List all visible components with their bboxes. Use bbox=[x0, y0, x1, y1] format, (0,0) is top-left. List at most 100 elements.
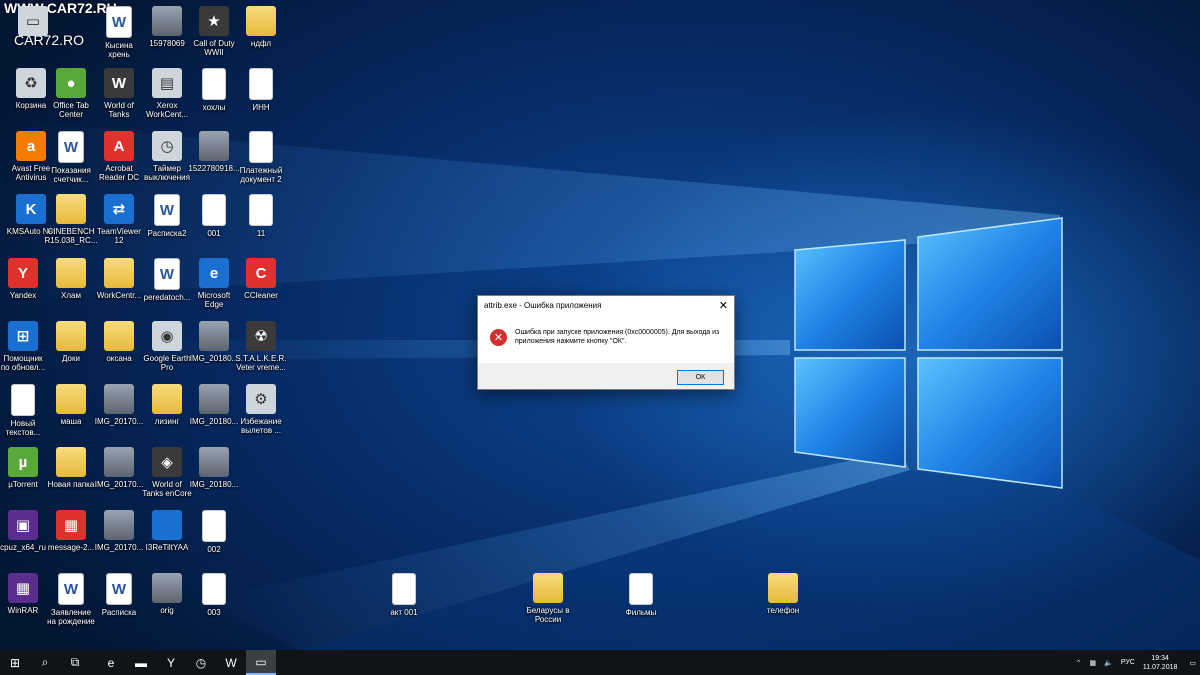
desktop-icon-image: µ bbox=[8, 447, 38, 477]
dialog-message: Ошибка при запуске приложения (0xc000000… bbox=[515, 329, 720, 345]
desktop-icon-image bbox=[249, 68, 273, 100]
desktop-icon-image: ☢ bbox=[246, 321, 276, 351]
clock-date: 11.07.2018 bbox=[1142, 663, 1178, 671]
desktop-icon-image: ⊞ bbox=[8, 321, 38, 351]
desktop-icon-image: ▦ bbox=[56, 510, 86, 540]
desktop-icon-image bbox=[56, 194, 86, 224]
desktop-icon[interactable]: Фильмы bbox=[610, 573, 672, 617]
desktop-icon-image bbox=[11, 384, 35, 416]
volume-icon[interactable]: 🔈 bbox=[1104, 659, 1113, 667]
taskbar-apps: e ▬ Y ◷ W ▭ bbox=[96, 650, 276, 675]
task-view-icon[interactable]: ⧉ bbox=[60, 650, 90, 675]
desktop-icon-label: 002 bbox=[207, 545, 221, 554]
desktop-icon-image: W bbox=[58, 573, 84, 605]
notifications-icon[interactable]: ▭ bbox=[1189, 659, 1196, 667]
desktop-icon-image bbox=[202, 510, 226, 542]
search-icon[interactable]: ⌕ bbox=[30, 650, 60, 675]
desktop-icon[interactable]: IMG_20180... bbox=[183, 447, 245, 489]
desktop: WWW.CAR72.RU CAR72.RO ▭ W Кысина хрень 1597… bbox=[0, 0, 1200, 650]
desktop-icon-label: акт 001 bbox=[390, 608, 418, 617]
desktop-icon-image: C bbox=[246, 258, 276, 288]
chevron-up-icon[interactable]: ⌃ bbox=[1076, 659, 1082, 667]
desktop-icon-image bbox=[199, 321, 229, 351]
language-indicator[interactable]: РУС bbox=[1121, 659, 1135, 666]
timer-icon[interactable]: ◷ bbox=[186, 650, 216, 675]
desktop-icon-image bbox=[152, 573, 182, 603]
clock-time: 19:34 bbox=[1151, 654, 1169, 662]
desktop-icon[interactable]: ▭ bbox=[2, 6, 64, 39]
system-tray: ⌃ ▦ 🔈 РУС 19:34 11.07.2018 ▭ bbox=[1072, 650, 1200, 675]
desktop-icon-image: W bbox=[58, 131, 84, 163]
network-icon[interactable]: ▦ bbox=[1089, 659, 1096, 667]
desktop-icon-image: Y bbox=[8, 258, 38, 288]
desktop-icon-image bbox=[56, 384, 86, 414]
desktop-icon-image: W bbox=[154, 194, 180, 226]
dialog-title: attrib.exe - Ошибка приложения bbox=[484, 300, 602, 310]
desktop-icon-label: CCleaner bbox=[244, 291, 278, 300]
desktop-icon-image: W bbox=[154, 258, 180, 290]
desktop-icon-label: 003 bbox=[207, 608, 221, 617]
tanks-icon[interactable]: W bbox=[216, 650, 246, 675]
desktop-icon-image: ◷ bbox=[152, 131, 182, 161]
desktop-icon-image bbox=[202, 68, 226, 100]
edge-icon[interactable]: e bbox=[96, 650, 126, 675]
desktop-icon-label: ИНН bbox=[252, 103, 270, 112]
desktop-icon-image: ▣ bbox=[8, 510, 38, 540]
desktop-icon-image bbox=[249, 131, 273, 163]
desktop-icon-image bbox=[104, 258, 134, 288]
ok-button[interactable]: ОК bbox=[677, 370, 724, 385]
desktop-icon-image: ⇄ bbox=[104, 194, 134, 224]
clock[interactable]: 19:34 11.07.2018 bbox=[1143, 654, 1178, 672]
desktop-icon-image: ◈ bbox=[152, 447, 182, 477]
desktop-icon[interactable]: ☢ S.T.A.L.K.E.R. Veter vreme... bbox=[230, 321, 292, 372]
desktop-icon[interactable]: акт 001 bbox=[373, 573, 435, 617]
desktop-icon-image: ▭ bbox=[18, 6, 48, 36]
desktop-icon-image: ★ bbox=[199, 6, 229, 36]
taskbar: ⊞ ⌕ ⧉ e ▬ Y ◷ W ▭ ⌃ ▦ 🔈 РУС 19:34 11.07.2018 … bbox=[0, 650, 1200, 675]
desktop-icon-label: 11 bbox=[256, 229, 266, 238]
desktop-icon[interactable]: Беларусы в России bbox=[517, 573, 579, 624]
desktop-icon-image bbox=[56, 447, 86, 477]
desktop-icon-label: телефон bbox=[766, 606, 800, 615]
desktop-icon-image bbox=[202, 194, 226, 226]
desktop-icon[interactable]: ндфл bbox=[230, 6, 292, 48]
desktop-icon-image bbox=[104, 510, 134, 540]
desktop-icon-label: Фильмы bbox=[625, 608, 657, 617]
desktop-icon[interactable]: ИНН bbox=[230, 68, 292, 112]
desktop-icon-image: W bbox=[104, 68, 134, 98]
desktop-icon[interactable]: 11 bbox=[230, 194, 292, 238]
desktop-icon-image bbox=[533, 573, 563, 603]
dialog-footer: ОК bbox=[478, 363, 734, 389]
desktop-icon-image bbox=[629, 573, 653, 605]
desktop-icon-image: ▤ bbox=[152, 68, 182, 98]
desktop-icon-image: ● bbox=[56, 68, 86, 98]
desktop-icon-image: A bbox=[104, 131, 134, 161]
desktop-icon-label: ндфл bbox=[250, 39, 272, 48]
dialog-app-icon[interactable]: ▭ bbox=[246, 650, 276, 675]
desktop-icon[interactable]: 003 bbox=[183, 573, 245, 617]
desktop-icon-image: W bbox=[106, 573, 132, 605]
desktop-icon-image bbox=[104, 384, 134, 414]
desktop-icon[interactable]: ⚙ Избежание вылетов ... bbox=[230, 384, 292, 435]
desktop-icon-image: e bbox=[199, 258, 229, 288]
start-button[interactable]: ⊞ bbox=[0, 650, 30, 675]
desktop-icon[interactable]: 002 bbox=[183, 510, 245, 554]
desktop-icon-image bbox=[392, 573, 416, 605]
desktop-icon-image bbox=[199, 131, 229, 161]
yandex-icon[interactable]: Y bbox=[156, 650, 186, 675]
desktop-icon-image bbox=[104, 447, 134, 477]
desktop-icon[interactable]: Платежный документ 2 bbox=[230, 131, 292, 184]
desktop-icon-label: IMG_20180... bbox=[189, 480, 239, 489]
close-icon[interactable]: ✕ bbox=[719, 299, 728, 312]
desktop-icon-image bbox=[249, 194, 273, 226]
desktop-icon[interactable]: телефон bbox=[752, 573, 814, 615]
error-icon: ✕ bbox=[490, 329, 507, 346]
desktop-icon-image bbox=[152, 6, 182, 36]
desktop-icon[interactable]: C CCleaner bbox=[230, 258, 292, 300]
desktop-icon-image bbox=[246, 6, 276, 36]
desktop-icon-image bbox=[56, 258, 86, 288]
explorer-icon[interactable]: ▬ bbox=[126, 650, 156, 675]
dialog-titlebar[interactable]: attrib.exe - Ошибка приложения ✕ bbox=[478, 296, 734, 314]
desktop-icon-label: Избежание вылетов ... bbox=[240, 417, 282, 435]
dialog-body: ✕ Ошибка при запуске приложения (0xc0000… bbox=[478, 314, 734, 361]
